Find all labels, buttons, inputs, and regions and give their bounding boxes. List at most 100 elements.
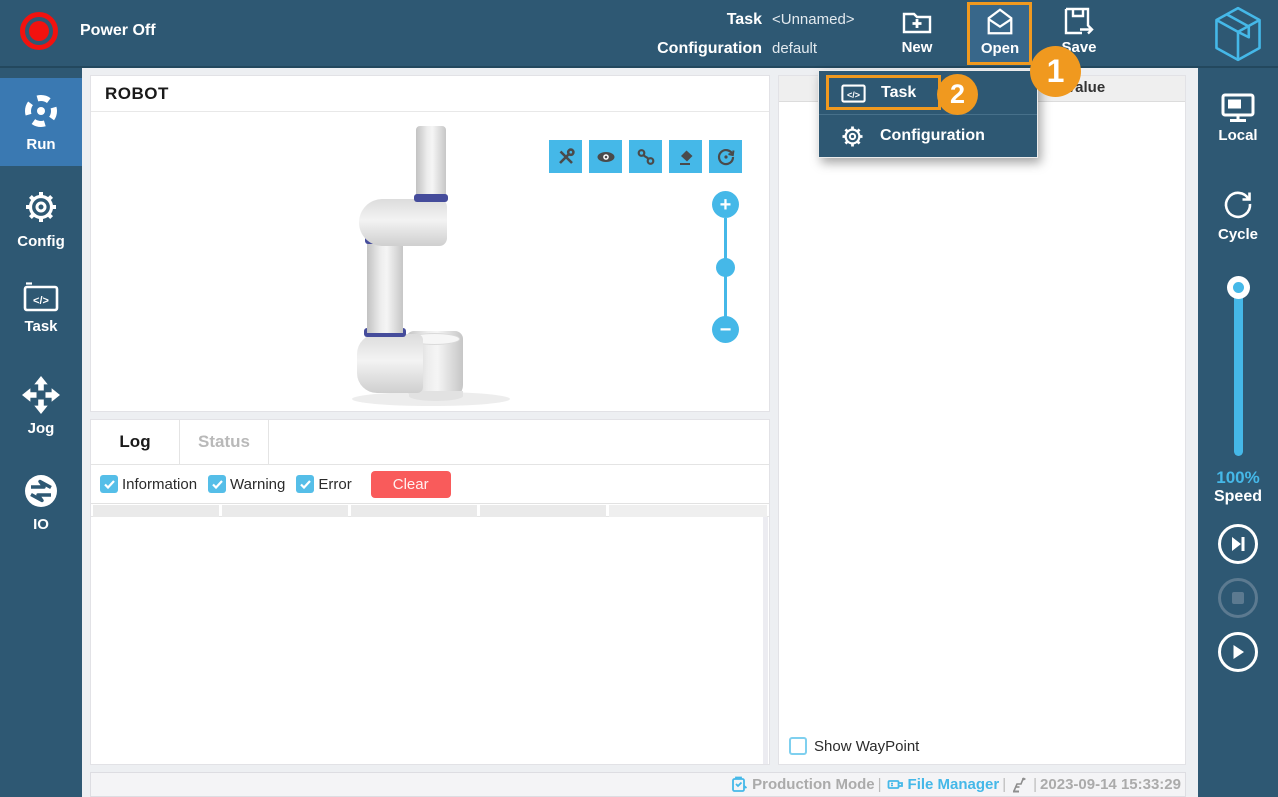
new-folder-plus-icon	[901, 6, 933, 36]
log-tabs: Log Status	[91, 420, 769, 465]
tab-log[interactable]: Log	[91, 420, 180, 464]
filter-information[interactable]: Information	[100, 475, 197, 493]
usb-drive-icon	[887, 776, 904, 793]
jog-arrows-icon	[22, 376, 60, 414]
robot-status-icon	[1011, 776, 1028, 793]
speed-slider-handle[interactable]	[1227, 276, 1250, 299]
show-waypoint-toggle[interactable]: Show WayPoint	[789, 737, 919, 755]
trajectory-button[interactable]	[629, 140, 662, 173]
stop-button[interactable]	[1218, 578, 1258, 618]
status-bar: Production Mode | File Manager | | 2023-…	[90, 772, 1186, 797]
checkbox-checked-icon	[100, 475, 118, 493]
checkbox-checked-icon	[208, 475, 226, 493]
app-window: Power Off Task <Unnamed> Configuration d…	[0, 0, 1278, 797]
visibility-button[interactable]	[589, 140, 622, 173]
filter-error[interactable]: Error	[296, 475, 351, 493]
zoom-in-button[interactable]: +	[712, 191, 739, 218]
open-button[interactable]: Open	[969, 6, 1031, 57]
left-sidebar: Run Config </>	[0, 68, 82, 797]
status-timestamp: 2023-09-14 15:33:29	[1040, 776, 1181, 793]
menu-item-configuration[interactable]: Configuration	[819, 114, 1037, 157]
log-filter-row: Information Warning Error Clear	[91, 465, 769, 503]
sidebar-item-label: Jog	[28, 420, 55, 437]
gear-icon	[21, 187, 61, 227]
log-table-body	[91, 517, 769, 764]
open-label: Open	[981, 40, 1019, 57]
sidebar-item-io[interactable]: IO	[0, 458, 82, 546]
gear-icon	[840, 124, 865, 149]
local-mode-button[interactable]: Local	[1198, 93, 1278, 144]
svg-text:</>: </>	[847, 90, 860, 100]
new-button[interactable]: New	[886, 6, 948, 56]
configuration-label: Configuration	[550, 40, 762, 58]
checkbox-checked-icon	[296, 475, 314, 493]
sidebar-item-label: Config	[17, 233, 64, 250]
zoom-slider-handle[interactable]	[716, 258, 735, 277]
cycle-icon	[1220, 186, 1256, 222]
task-label: Task	[550, 11, 762, 29]
step-icon	[1229, 535, 1247, 553]
sidebar-item-label: Task	[24, 318, 57, 335]
task-code-icon: </>	[23, 282, 59, 312]
file-manager-link[interactable]: File Manager	[908, 776, 1000, 793]
robot-panel-title: ROBOT	[91, 76, 769, 112]
filter-warning[interactable]: Warning	[208, 475, 285, 493]
save-floppy-icon	[1063, 6, 1095, 36]
speed-label: Speed	[1198, 488, 1278, 506]
io-swap-icon	[22, 472, 60, 510]
speed-slider-track[interactable]	[1234, 290, 1243, 456]
log-panel: Log Status Information Warning Error	[90, 419, 770, 765]
robot-panel: ROBOT	[90, 75, 770, 412]
play-icon	[1229, 643, 1247, 661]
sidebar-item-config[interactable]: Config	[0, 174, 82, 262]
tools-icon	[556, 147, 576, 167]
speed-percent: 100%	[1198, 468, 1278, 488]
menu-task-label: Task	[881, 84, 916, 102]
step-button[interactable]	[1218, 524, 1258, 564]
power-button[interactable]: Power Off	[20, 12, 156, 50]
run-target-icon	[22, 92, 60, 130]
power-icon	[20, 12, 58, 50]
play-button[interactable]	[1218, 632, 1258, 672]
annotation-step-1: 1	[1030, 46, 1081, 97]
reset-view-button[interactable]	[709, 140, 742, 173]
sidebar-item-run[interactable]: Run	[0, 78, 82, 166]
brand-cube-logo	[1212, 6, 1264, 62]
menu-task-highlight: </> Task	[826, 75, 941, 110]
show-waypoint-label: Show WayPoint	[814, 738, 919, 755]
robot-3d-view[interactable]: + −	[91, 112, 769, 411]
open-button-highlight: Open	[967, 2, 1032, 65]
reset-view-icon	[716, 147, 736, 167]
task-code-icon: </>	[841, 82, 866, 103]
power-label: Power Off	[80, 22, 156, 40]
open-dropdown-menu: </> Task Configuration	[818, 70, 1038, 158]
cycle-label: Cycle	[1218, 226, 1258, 243]
zoom-out-button[interactable]: −	[712, 316, 739, 343]
stop-icon	[1230, 590, 1246, 606]
view-toolbar	[549, 140, 742, 173]
right-sidebar: Local Cycle 100% Speed	[1198, 68, 1278, 797]
new-label: New	[902, 39, 933, 56]
log-scrollbar[interactable]	[763, 517, 768, 764]
open-envelope-icon	[983, 6, 1017, 37]
robot-arm-figure	[356, 120, 566, 411]
tools-button[interactable]	[549, 140, 582, 173]
value-panel: Value Show WayPoint	[778, 75, 1186, 765]
production-mode-label: Production Mode	[752, 776, 875, 793]
sidebar-item-label: Run	[26, 136, 55, 153]
task-value: <Unnamed>	[772, 11, 855, 28]
tab-status[interactable]: Status	[180, 420, 269, 464]
task-config-info: Task <Unnamed> Configuration default	[550, 5, 860, 63]
local-monitor-icon	[1221, 93, 1255, 123]
menu-item-task[interactable]: </> Task	[819, 71, 1037, 114]
menu-configuration-label: Configuration	[880, 127, 985, 145]
clear-button[interactable]: Clear	[371, 471, 451, 498]
sidebar-item-jog[interactable]: Jog	[0, 362, 82, 450]
eraser-button[interactable]	[669, 140, 702, 173]
log-table-header	[91, 503, 769, 517]
svg-text:</>: </>	[33, 295, 49, 307]
annotation-step-2: 2	[937, 74, 978, 115]
cycle-mode-button[interactable]: Cycle	[1198, 186, 1278, 243]
trajectory-path-icon	[636, 147, 656, 167]
sidebar-item-task[interactable]: </> Task	[0, 264, 82, 352]
